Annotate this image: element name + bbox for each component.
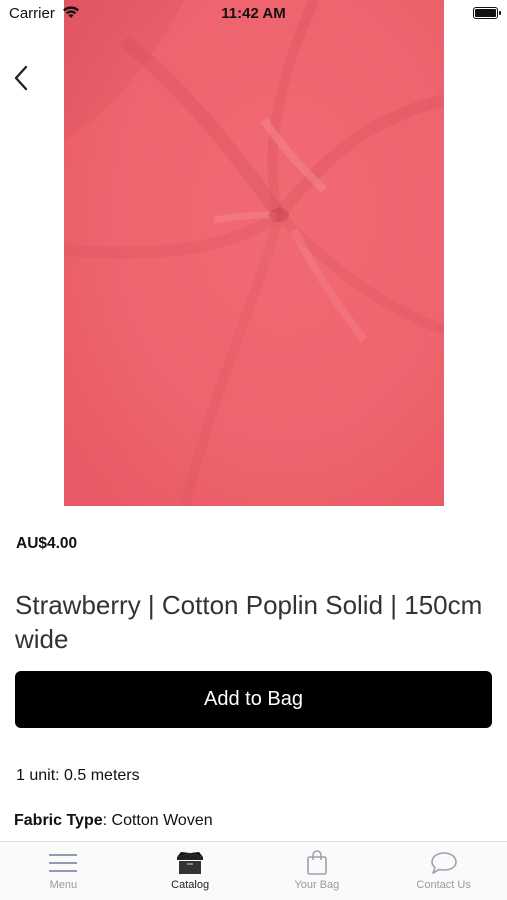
fabric-type: Fabric Type: Cotton Woven [14, 812, 213, 830]
bag-icon [306, 850, 328, 876]
tab-catalog[interactable]: Catalog [127, 842, 254, 900]
product-title: Strawberry | Cotton Poplin Solid | 150cm… [15, 590, 483, 654]
tab-menu-label: Menu [49, 879, 78, 891]
add-to-bag-button[interactable]: Add to Bag [15, 671, 492, 728]
tab-your-bag-label: Your Bag [294, 879, 340, 891]
status-time: 11:42 AM [221, 5, 286, 22]
fabric-type-value: : Cotton Woven [102, 812, 213, 829]
battery-icon [473, 7, 501, 19]
fabric-type-label: Fabric Type [14, 812, 103, 829]
catalog-box-icon [175, 850, 205, 876]
tab-your-bag[interactable]: Your Bag [254, 842, 381, 900]
fabric-photo [64, 0, 444, 506]
product-detail-screen: Carrier 11:42 AM AU$4.00 Strawberry | Co… [0, 0, 507, 900]
status-bar: Carrier 11:42 AM [0, 0, 507, 28]
product-price: AU$4.00 [16, 535, 78, 552]
chevron-left-icon [14, 65, 28, 91]
back-button[interactable] [6, 60, 36, 96]
tab-bar: Menu Catalog Your Bag Contact Us [0, 841, 507, 900]
add-to-bag-label: Add to Bag [204, 688, 303, 710]
product-image [64, 0, 444, 506]
tab-contact-us-label: Contact Us [416, 879, 471, 891]
tab-contact-us[interactable]: Contact Us [380, 842, 507, 900]
unit-info: 1 unit: 0.5 meters [16, 767, 140, 784]
menu-icon [48, 850, 78, 876]
chat-bubble-icon [430, 850, 458, 876]
tab-menu[interactable]: Menu [0, 842, 127, 900]
tab-catalog-label: Catalog [171, 879, 210, 891]
